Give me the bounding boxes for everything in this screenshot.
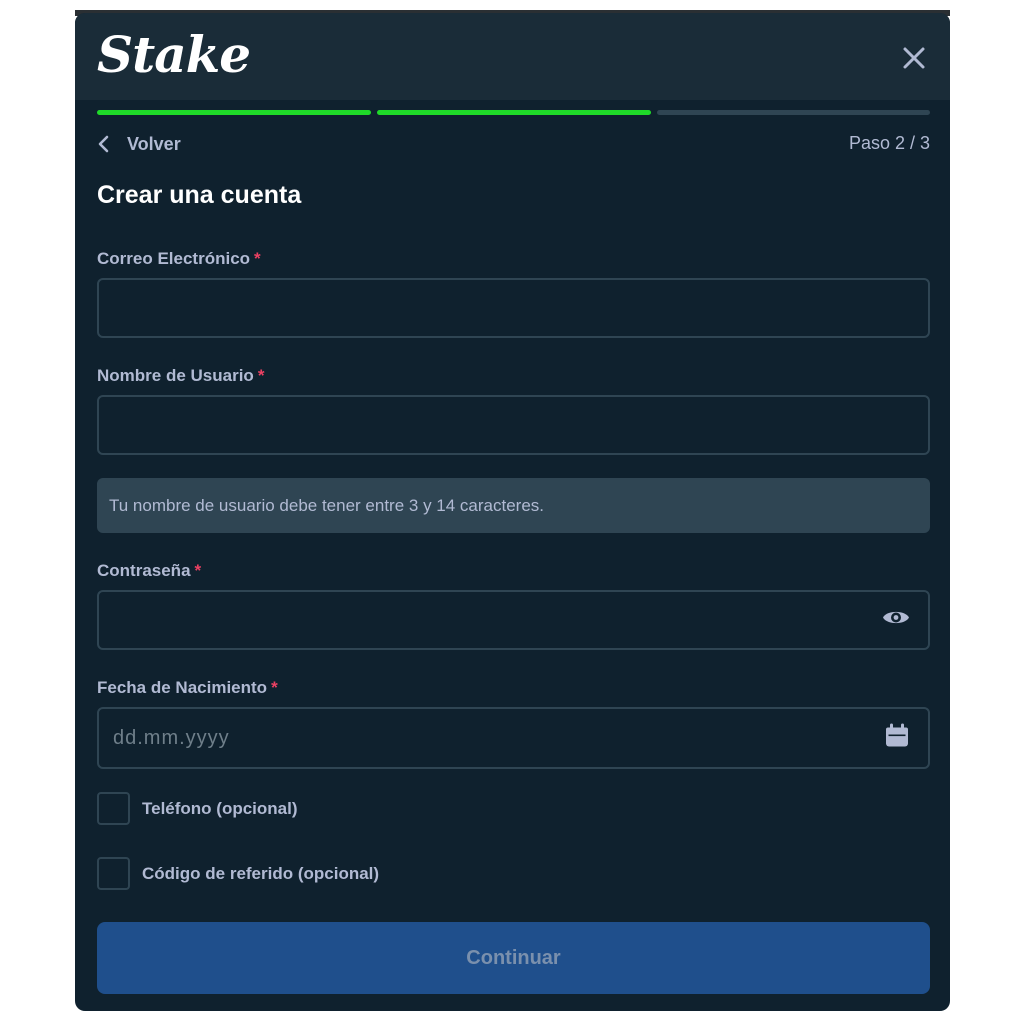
step-indicator: Paso 2 / 3	[848, 133, 930, 153]
back-button[interactable]: Volver	[97, 131, 181, 157]
username-hint: Tu nombre de usuario debe tener entre 3 …	[97, 478, 930, 533]
email-label-text: Correo Electrónico	[97, 249, 251, 268]
stake-logo: Stake	[97, 25, 251, 84]
progress-step-3	[657, 110, 930, 115]
signup-modal: Stake Volver Paso 2 / 3 Crear una cuenta…	[75, 13, 950, 1011]
password-label: Contraseña *	[97, 561, 201, 581]
phone-checkbox[interactable]	[97, 792, 130, 825]
birthdate-field-wrapper	[97, 707, 930, 769]
calendar-icon	[886, 723, 908, 747]
email-field[interactable]	[99, 280, 928, 336]
eye-icon	[883, 611, 909, 624]
modal-header: Stake	[75, 13, 950, 100]
required-marker: *	[271, 678, 278, 697]
close-icon	[903, 47, 925, 69]
referral-checkbox[interactable]	[97, 857, 130, 890]
chevron-left-icon	[98, 135, 109, 153]
open-calendar-button[interactable]	[884, 723, 910, 754]
username-label-text: Nombre de Usuario	[97, 366, 254, 385]
continue-button[interactable]: Continuar	[97, 922, 930, 994]
birthdate-field[interactable]	[99, 709, 928, 767]
username-field[interactable]	[99, 397, 928, 453]
phone-option[interactable]: Teléfono (opcional)	[97, 792, 298, 825]
password-field-wrapper	[97, 590, 930, 650]
required-marker: *	[254, 249, 261, 268]
required-marker: *	[194, 561, 202, 580]
back-label: Volver	[127, 133, 181, 154]
page-title: Crear una cuenta	[97, 181, 302, 209]
progress-step-2	[377, 110, 651, 115]
referral-option[interactable]: Código de referido (opcional)	[97, 857, 379, 890]
email-field-wrapper	[97, 278, 930, 338]
toggle-password-visibility[interactable]	[882, 608, 910, 633]
birthdate-label: Fecha de Nacimiento *	[97, 678, 278, 698]
username-field-wrapper	[97, 395, 930, 455]
required-marker: *	[257, 366, 265, 385]
close-button[interactable]	[897, 41, 931, 75]
email-label: Correo Electrónico *	[97, 249, 261, 269]
birthdate-label-text: Fecha de Nacimiento	[97, 678, 268, 697]
username-label: Nombre de Usuario *	[97, 366, 264, 386]
progress-step-1	[97, 110, 371, 115]
phone-option-label: Teléfono (opcional)	[142, 798, 298, 818]
password-field[interactable]	[99, 592, 928, 648]
password-label-text: Contraseña	[97, 561, 191, 580]
referral-option-label: Código de referido (opcional)	[142, 863, 380, 883]
